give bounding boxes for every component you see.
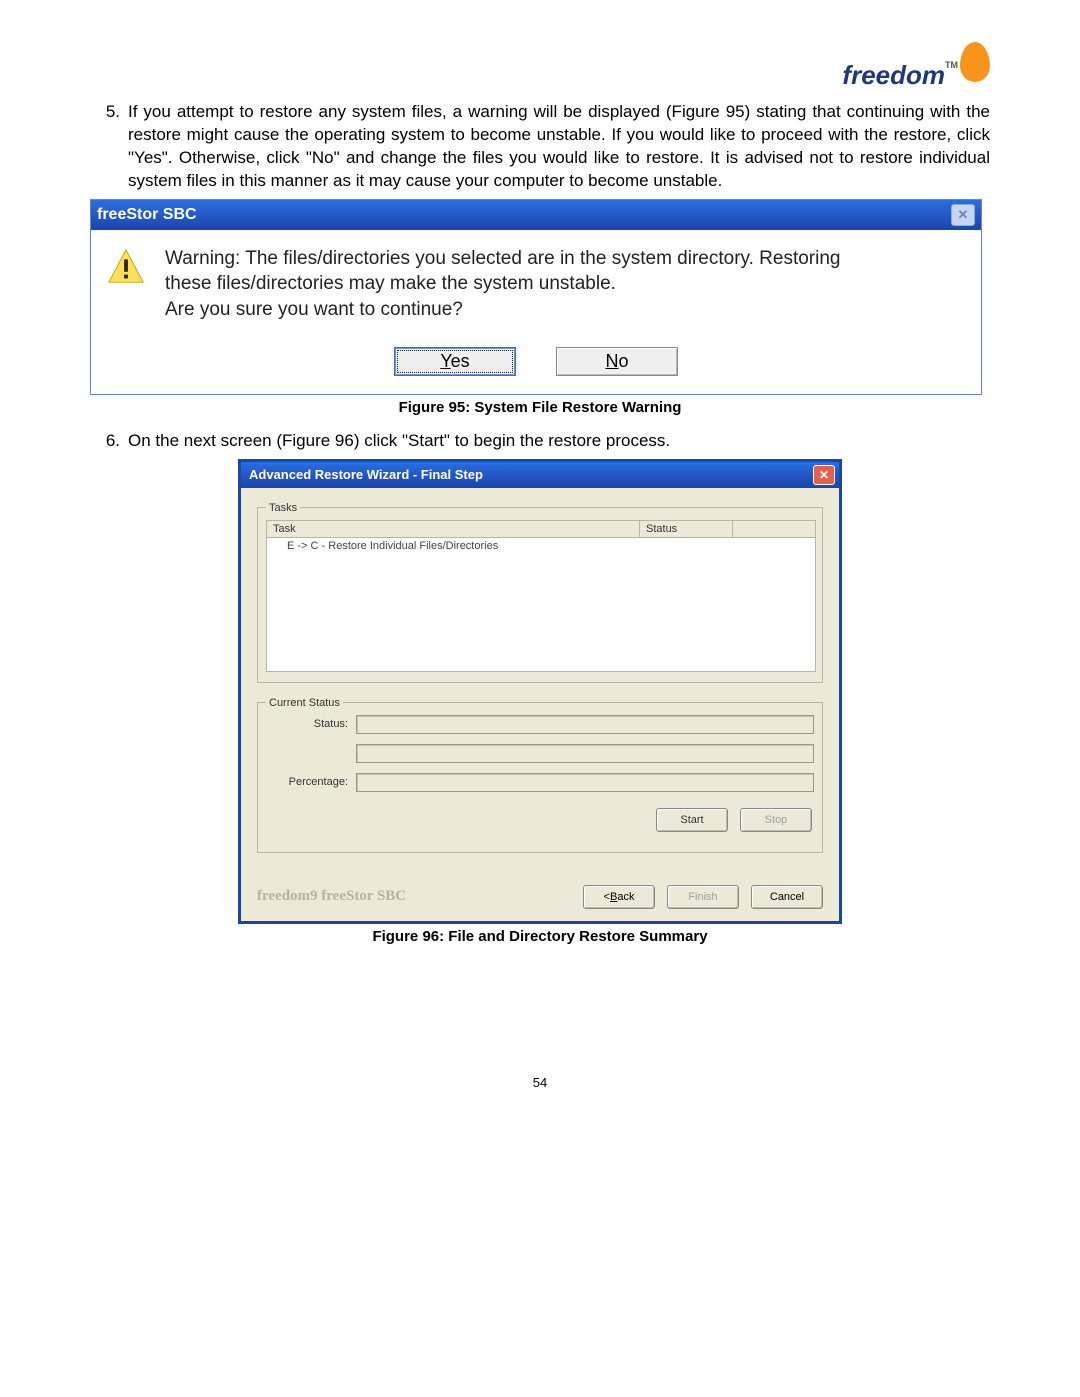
col-status: Status	[640, 521, 733, 537]
status-value	[356, 715, 814, 734]
logo-tm: TM	[945, 60, 958, 70]
tasks-legend: Tasks	[266, 502, 300, 514]
dialog-titlebar: freeStor SBC ✕	[91, 200, 981, 230]
back-button[interactable]: < Back	[583, 885, 655, 909]
warning-icon	[107, 248, 145, 286]
close-button[interactable]: ✕	[813, 465, 835, 485]
no-button[interactable]: No	[556, 347, 678, 376]
yes-button[interactable]: Yes	[394, 347, 516, 376]
tasks-table: Task Status E -> C - Restore Individual …	[266, 520, 816, 672]
list-body: If you attempt to restore any system fil…	[128, 101, 990, 193]
list-item-6: 6. On the next screen (Figure 96) click …	[90, 430, 990, 453]
status-extra	[356, 744, 814, 763]
start-button[interactable]: Start	[656, 808, 728, 832]
status-label: Status:	[266, 718, 356, 730]
header-logo: freedomTM	[90, 60, 990, 91]
list-num: 5.	[90, 101, 128, 193]
tasks-header: Task Status	[267, 521, 815, 538]
logo-nine-icon	[960, 42, 990, 82]
msg-line: these files/directories may make the sys…	[165, 271, 841, 297]
list-item-5: 5. If you attempt to restore any system …	[90, 101, 990, 193]
col-task: Task	[267, 521, 640, 537]
col-blank	[733, 521, 815, 537]
restore-wizard-dialog: Advanced Restore Wizard - Final Step ✕ T…	[238, 459, 842, 924]
task-row: E -> C - Restore Individual Files/Direct…	[267, 538, 815, 554]
stop-button[interactable]: Stop	[740, 808, 812, 832]
wizard-title: Advanced Restore Wizard - Final Step	[249, 467, 483, 482]
page-number: 54	[90, 1075, 990, 1090]
tasks-fieldset: Tasks Task Status E -> C - Restore Indiv…	[257, 502, 823, 683]
percentage-label: Percentage:	[266, 776, 356, 788]
warning-message: Warning: The files/directories you selec…	[165, 246, 841, 323]
cancel-button[interactable]: Cancel	[751, 885, 823, 909]
percentage-value	[356, 773, 814, 792]
logo-text: freedom	[842, 60, 945, 90]
status-fieldset: Current Status Status: Percentage: Start…	[257, 697, 823, 853]
finish-button[interactable]: Finish	[667, 885, 739, 909]
msg-line: Warning: The files/directories you selec…	[165, 246, 841, 272]
warning-dialog: freeStor SBC ✕ Warning: The files/direct…	[90, 199, 982, 395]
list-num: 6.	[90, 430, 128, 453]
list-body: On the next screen (Figure 96) click "St…	[128, 430, 990, 453]
dialog-title: freeStor SBC	[97, 206, 197, 224]
msg-line: Are you sure you want to continue?	[165, 297, 841, 323]
close-button[interactable]: ✕	[951, 204, 975, 226]
wizard-titlebar: Advanced Restore Wizard - Final Step ✕	[241, 462, 839, 488]
figure-96-caption: Figure 96: File and Directory Restore Su…	[90, 928, 990, 945]
wizard-brand: freedom9 freeStor SBC	[257, 888, 406, 905]
status-legend: Current Status	[266, 697, 343, 709]
figure-95-caption: Figure 95: System File Restore Warning	[90, 399, 990, 416]
